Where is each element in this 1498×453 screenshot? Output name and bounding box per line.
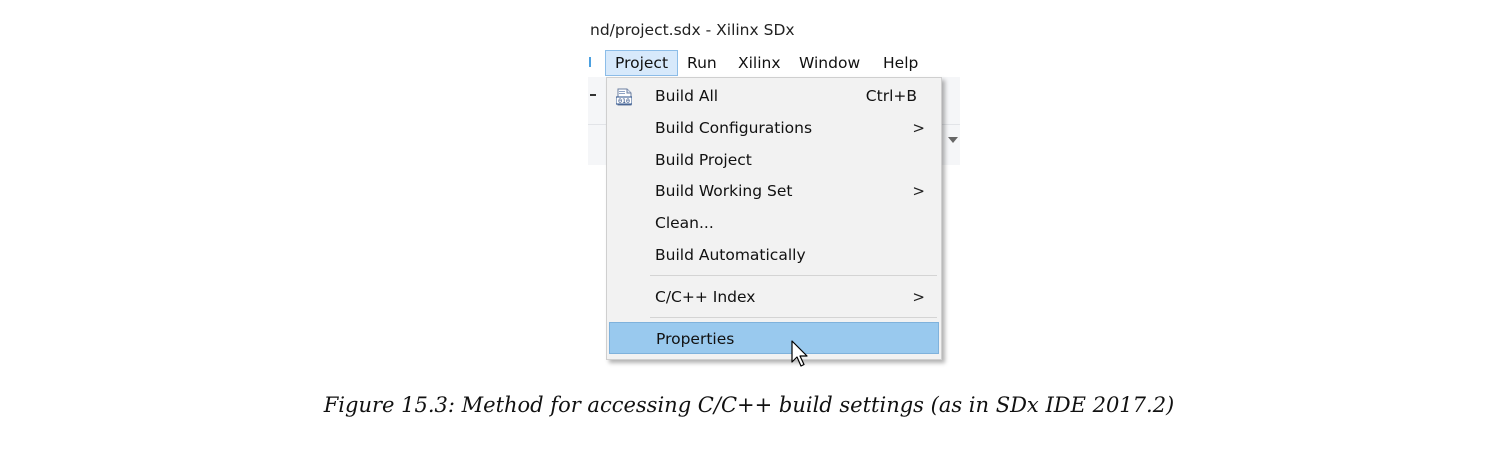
screenshot: nd/project.sdx - Xilinx SDx Project Run … (588, 16, 960, 367)
menu-item-build-project[interactable]: Build Project (607, 144, 941, 176)
menu-window[interactable]: Window (790, 50, 869, 76)
mouse-pointer-icon (791, 340, 808, 367)
svg-text:010: 010 (618, 97, 630, 105)
menu-bar: Project Run Xilinx Window Help (588, 50, 960, 76)
project-dropdown-menu: 010 Build All Ctrl+B Build Configuration… (606, 77, 942, 367)
submenu-arrow-icon: > (912, 182, 925, 200)
menu-xilinx[interactable]: Xilinx (729, 50, 790, 76)
menu-item-label: Build All (655, 87, 719, 105)
menu-help[interactable]: Help (874, 50, 927, 76)
menu-separator (650, 275, 937, 276)
menu-item-label: Build Configurations (655, 119, 813, 137)
toolbar-fragment (590, 94, 596, 96)
binary-file-icon: 010 (616, 88, 632, 106)
menu-item-clean[interactable]: Clean... (607, 207, 941, 239)
menu-item-cpp-index[interactable]: C/C++ Index > (607, 281, 941, 313)
menu-item-label: Properties (656, 330, 735, 348)
menu-item-label: Build Working Set (655, 182, 793, 200)
menu-item-label: Clean... (655, 214, 714, 232)
menu-run[interactable]: Run (678, 50, 726, 76)
menu-item-shortcut: Ctrl+B (865, 87, 917, 105)
menu-item-label: Build Automatically (655, 246, 806, 264)
menu-item-build-automatically[interactable]: Build Automatically (607, 239, 941, 271)
menu-item-properties[interactable]: Properties (609, 322, 939, 354)
submenu-arrow-icon: > (912, 119, 925, 137)
menu-project[interactable]: Project (605, 50, 679, 76)
menubar-edge-mark (589, 57, 591, 67)
dropdown-triangle-icon[interactable] (948, 137, 958, 143)
menu-separator (650, 317, 937, 318)
window-title: nd/project.sdx - Xilinx SDx (590, 21, 795, 39)
menu-item-label: Build Project (655, 151, 752, 169)
menu-item-build-working-set[interactable]: Build Working Set > (607, 175, 941, 207)
menu-item-build-all[interactable]: 010 Build All Ctrl+B (607, 80, 941, 112)
figure-caption: Figure 15.3: Method for accessing C/C++ … (323, 393, 1175, 417)
menu-item-build-configurations[interactable]: Build Configurations > (607, 112, 941, 144)
menu-item-label: C/C++ Index (655, 288, 756, 306)
submenu-arrow-icon: > (912, 288, 925, 306)
